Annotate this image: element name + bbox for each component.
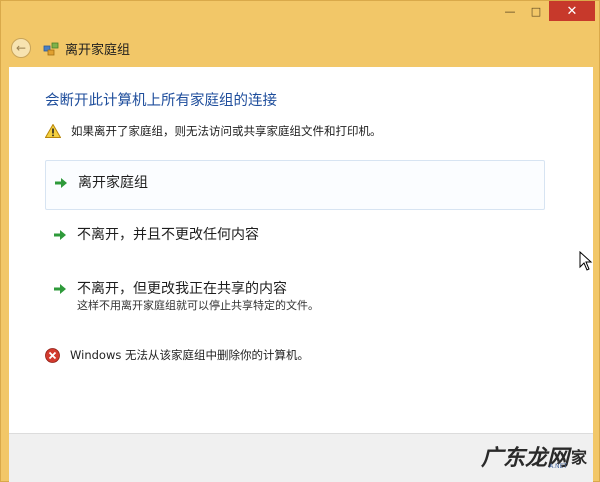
option-leave-homegroup[interactable]: 离开家庭组: [45, 160, 545, 210]
error-message: Windows 无法从该家庭组中删除你的计算机。: [45, 347, 309, 363]
homegroup-window: — □ ✕ ← 离开家庭组 会断开此计算机上所有家庭组的连接 如果离开了家庭组，…: [0, 0, 600, 482]
option-description: 这样不用离开家庭组就可以停止共享特定的文件。: [77, 299, 319, 312]
maximize-button[interactable]: □: [523, 1, 549, 21]
back-button[interactable]: ←: [11, 38, 31, 58]
warning-icon: [45, 124, 61, 138]
green-arrow-icon: [54, 230, 66, 240]
option-label: 离开家庭组: [78, 175, 148, 191]
watermark-suffix: 家: [570, 448, 587, 467]
option-label: 不离开，并且不更改任何内容: [77, 227, 259, 243]
mouse-cursor-icon: [579, 251, 593, 271]
page-title: 离开家庭组: [65, 42, 131, 58]
option-stay-no-change[interactable]: 不离开，并且不更改任何内容: [45, 225, 545, 245]
close-button[interactable]: ✕: [549, 1, 595, 21]
homegroup-icon: [43, 40, 59, 56]
warning-text: 如果离开了家庭组，则无法访问或共享家庭组文件和打印机。: [71, 124, 382, 138]
watermark-logo: 广东龙网 家 A.NET: [481, 440, 587, 472]
footer-bar: 广东龙网 家 A.NET: [9, 433, 593, 482]
minimize-button[interactable]: —: [497, 1, 523, 21]
green-arrow-icon: [55, 178, 67, 188]
warning-message: 如果离开了家庭组，则无法访问或共享家庭组文件和打印机。: [45, 123, 382, 139]
caption-buttons: — □ ✕: [497, 1, 595, 23]
back-arrow-icon: ←: [15, 41, 27, 55]
nav-bar: ← 离开家庭组: [1, 29, 599, 67]
error-icon: [45, 347, 60, 363]
content-area: 会断开此计算机上所有家庭组的连接 如果离开了家庭组，则无法访问或共享家庭组文件和…: [9, 67, 593, 433]
option-label: 不离开，但更改我正在共享的内容: [77, 281, 287, 297]
watermark-sub: A.NET: [549, 463, 567, 470]
error-text: Windows 无法从该家庭组中删除你的计算机。: [70, 348, 309, 362]
main-heading: 会断开此计算机上所有家庭组的连接: [45, 93, 277, 109]
option-stay-change-sharing[interactable]: 不离开，但更改我正在共享的内容 这样不用离开家庭组就可以停止共享特定的文件。: [45, 279, 545, 313]
green-arrow-icon: [54, 284, 66, 294]
